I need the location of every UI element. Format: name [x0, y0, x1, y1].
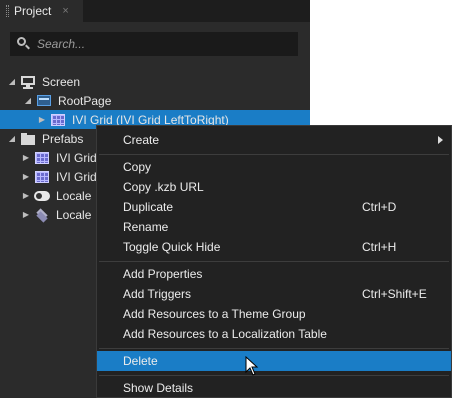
layers-icon	[34, 207, 50, 223]
search-box[interactable]	[10, 32, 298, 56]
tree-item-prefab-locale-2[interactable]: ▶ Locale	[20, 205, 91, 224]
tree-item-prefab-ivi-grid-1[interactable]: ▶ IVI Grid	[20, 148, 97, 167]
menu-item-add-theme-group[interactable]: Add Resources to a Theme Group	[97, 304, 451, 324]
menu-item-label: Create	[123, 133, 160, 147]
tab-project[interactable]: Project ×	[0, 0, 83, 22]
menu-item-label: Copy .kzb URL	[123, 180, 204, 194]
tree-item-label: Prefabs	[42, 131, 84, 146]
tree-item-label: IVI Grid	[56, 150, 97, 165]
expanded-arrow-icon[interactable]: ◢	[6, 134, 18, 143]
submenu-arrow-icon	[438, 136, 443, 144]
context-menu: Create Copy Copy .kzb URL Duplicate Ctrl…	[96, 125, 452, 398]
collapsed-arrow-icon[interactable]: ▶	[20, 210, 32, 219]
tree-item-screen[interactable]: ◢ Screen	[6, 72, 80, 91]
menu-item-shortcut: Ctrl+D	[362, 200, 397, 214]
tree-item-label: Locale	[56, 207, 92, 222]
menu-item-label: Toggle Quick Hide	[123, 240, 221, 254]
expanded-arrow-icon[interactable]: ◢	[6, 77, 18, 86]
menu-item-label: Delete	[123, 354, 158, 368]
collapsed-arrow-icon[interactable]: ▶	[20, 172, 32, 181]
menu-item-add-properties[interactable]: Add Properties	[97, 264, 451, 284]
grid-icon	[50, 113, 66, 127]
search-icon	[17, 37, 31, 51]
tree-item-prefab-locale-1[interactable]: ▶ Locale	[20, 186, 91, 205]
toggle-icon	[34, 189, 50, 203]
tree-item-prefabs[interactable]: ◢ Prefabs	[6, 129, 83, 148]
tree-item-label: RootPage	[58, 93, 112, 108]
tree-item-label: Locale	[56, 188, 92, 203]
menu-separator	[99, 348, 449, 349]
tree-item-rootpage[interactable]: ◢ RootPage	[22, 91, 111, 110]
page-icon	[36, 94, 52, 108]
tab-label: Project	[14, 4, 52, 18]
expanded-arrow-icon[interactable]: ◢	[22, 96, 34, 105]
tree-item-label: Screen	[42, 74, 81, 89]
menu-item-shortcut: Ctrl+H	[362, 240, 397, 254]
menu-item-rename[interactable]: Rename	[97, 217, 451, 237]
close-icon[interactable]: ×	[62, 5, 68, 17]
menu-item-label: Add Resources to a Theme Group	[123, 307, 306, 321]
menu-item-label: Add Properties	[123, 267, 203, 281]
menu-item-shortcut: Ctrl+Shift+E	[362, 287, 427, 301]
collapsed-arrow-icon[interactable]: ▶	[36, 115, 48, 124]
tree-item-prefab-ivi-grid-2[interactable]: ▶ IVI Grid	[20, 167, 97, 186]
folder-icon	[20, 132, 36, 146]
menu-separator	[99, 375, 449, 376]
menu-item-label: Add Resources to a Localization Table	[123, 327, 327, 341]
menu-item-duplicate[interactable]: Duplicate Ctrl+D	[97, 197, 451, 217]
menu-item-label: Show Details	[123, 381, 194, 395]
background-area	[310, 0, 452, 125]
menu-item-copy[interactable]: Copy	[97, 157, 451, 177]
mouse-cursor-icon	[245, 356, 259, 376]
grid-icon	[34, 170, 50, 184]
menu-item-label: Add Triggers	[123, 287, 192, 301]
tree-item-label: IVI Grid	[56, 169, 97, 184]
drag-grip-icon[interactable]	[6, 5, 9, 17]
menu-item-label: Duplicate	[123, 200, 174, 214]
menu-item-copy-kzb-url[interactable]: Copy .kzb URL	[97, 177, 451, 197]
search-input[interactable]	[37, 37, 277, 51]
monitor-icon	[20, 75, 36, 89]
menu-separator	[99, 154, 449, 155]
menu-item-add-localization-table[interactable]: Add Resources to a Localization Table	[97, 324, 451, 344]
menu-item-add-triggers[interactable]: Add Triggers Ctrl+Shift+E	[97, 284, 451, 304]
grid-icon	[34, 151, 50, 165]
menu-item-delete[interactable]: Delete	[97, 351, 451, 371]
menu-separator	[99, 261, 449, 262]
collapsed-arrow-icon[interactable]: ▶	[20, 153, 32, 162]
menu-item-create[interactable]: Create	[97, 130, 451, 150]
menu-item-show-details[interactable]: Show Details	[97, 378, 451, 398]
menu-item-toggle-quick-hide[interactable]: Toggle Quick Hide Ctrl+H	[97, 237, 451, 257]
menu-item-label: Rename	[123, 220, 169, 234]
menu-item-label: Copy	[123, 160, 152, 174]
tab-bar: Project ×	[0, 0, 310, 22]
collapsed-arrow-icon[interactable]: ▶	[20, 191, 32, 200]
